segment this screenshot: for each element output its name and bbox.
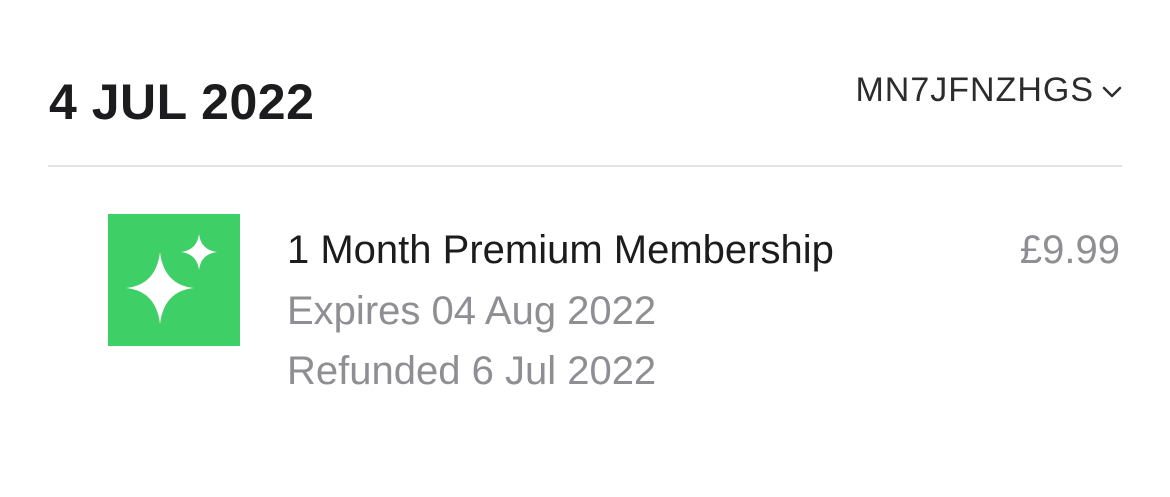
purchase-price: £9.99 bbox=[1019, 228, 1120, 272]
chevron-down-icon bbox=[1102, 86, 1122, 98]
expiry-date: Expires 04 Aug 2022 bbox=[287, 289, 657, 333]
order-id-label: MN7JFNZHGS bbox=[855, 71, 1094, 109]
sparkles-icon bbox=[126, 234, 217, 324]
refund-date: Refunded 6 Jul 2022 bbox=[287, 349, 657, 393]
app-icon bbox=[108, 214, 240, 346]
purchase-title: 1 Month Premium Membership bbox=[287, 228, 834, 272]
purchase-date-header: 4 JUL 2022 bbox=[49, 74, 315, 130]
order-id-dropdown[interactable]: MN7JFNZHGS bbox=[855, 68, 1122, 112]
header-divider bbox=[48, 165, 1122, 167]
